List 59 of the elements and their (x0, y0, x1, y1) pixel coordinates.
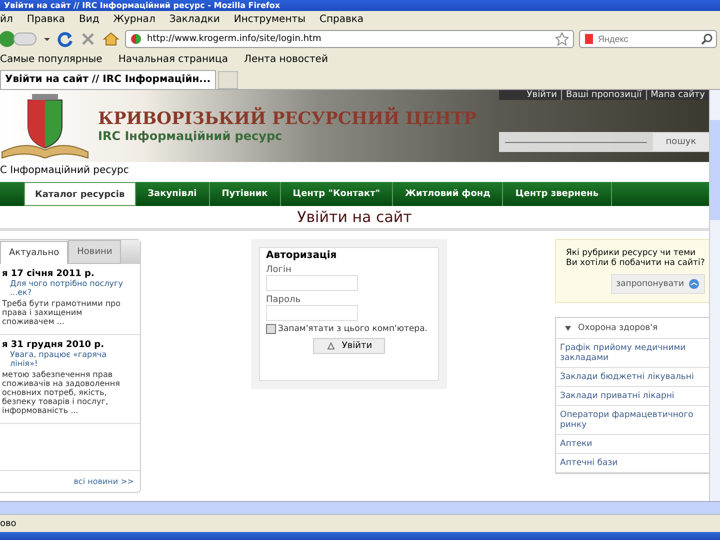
news-date: я 31 грудня 2010 р. (2, 340, 106, 350)
nav-tab[interactable]: Житловий фонд (393, 182, 504, 206)
menu-item[interactable]: Закладки (169, 14, 220, 25)
search-box[interactable]: Яндекс (579, 30, 717, 48)
vertical-scrollbar[interactable] (709, 90, 720, 501)
nav-tab[interactable]: Центр звернень (503, 182, 612, 206)
news-tab[interactable]: Актуально (0, 241, 68, 264)
chevron-circle-icon (688, 278, 700, 290)
breadcrumb: C Інформаційний ресурс (0, 164, 130, 178)
search-engine-icon[interactable] (583, 33, 595, 45)
header-link[interactable]: Увійти (522, 90, 562, 100)
news-link[interactable]: Увага, працює «гаряча лінія»! (2, 350, 136, 368)
suggest-button[interactable]: запропонувати (611, 274, 705, 294)
header-link[interactable]: Ваші пропозиції (561, 90, 646, 100)
password-field[interactable] (266, 305, 358, 321)
news-text: Треба бути грамотними про права і захищеним споживачем ... (2, 299, 122, 326)
menu-item[interactable]: Журнал (113, 14, 156, 25)
bookmark-item[interactable]: Начальная страница (118, 54, 228, 65)
triangle-icon (326, 341, 336, 351)
username-field[interactable] (266, 275, 358, 291)
menu-item[interactable]: йл (0, 14, 13, 25)
remember-checkbox[interactable] (266, 324, 276, 334)
field-label: Пароль (266, 295, 302, 305)
site-subtitle: IRC Інформаційний ресурс (98, 129, 284, 143)
browser-tab[interactable]: Увійти на сайт // IRC Інформаційн... (0, 70, 216, 89)
field-label: Логін (266, 265, 292, 275)
horizontal-scrollbar[interactable] (0, 501, 720, 514)
menu-item[interactable]: Правка (26, 14, 65, 25)
menu-item[interactable]: Инструменты (234, 14, 306, 25)
home-icon[interactable] (102, 30, 120, 48)
star-icon[interactable] (555, 32, 569, 46)
news-link[interactable]: Для чого потрібно послугу ...ек? (2, 279, 136, 297)
suggestion-text: Які рубрики ресурсу чи теми Ви хотіли б побачити на сайті? (566, 248, 705, 268)
search-icon[interactable] (701, 33, 713, 45)
page-heading: Увійти на сайт (0, 206, 709, 231)
menu-item[interactable]: Справка (319, 14, 364, 25)
window-title: Увійти на сайт // IRC Інформаційний ресурс - Mozilla Firefox (3, 0, 280, 10)
news-text: метою забезпечення прав споживачів на задоволення основних потреб, якість, безпеку товарів і послуг, інформованість ... (2, 370, 121, 415)
site-title: КРИВОРІЗЬКИЙ РЕСУРСНИЙ ЦЕНТР (98, 109, 478, 129)
expand-triangle-icon (564, 324, 572, 332)
address-field[interactable]: http://www.krogerm.info/site/login.htm (125, 30, 574, 48)
nav-tab[interactable]: Закупівлі (136, 182, 210, 206)
site-icon (130, 33, 142, 45)
menu-item[interactable]: Вид (78, 14, 100, 25)
checkbox-label: Запам'ятати з цього комп'ютера. (278, 324, 428, 334)
reload-icon[interactable] (56, 30, 74, 48)
nav-tab[interactable]: Путівник (210, 182, 281, 206)
login-button[interactable]: Увійти (312, 338, 386, 354)
all-news-link[interactable]: всі новини >> (74, 477, 134, 486)
nav-tab[interactable]: Центр "Контакт" (280, 182, 394, 206)
bookmark-item[interactable]: Самые популярные (0, 54, 102, 65)
nav-tab[interactable]: Каталог ресурсів (24, 182, 136, 206)
status-text: ово (0, 518, 16, 528)
news-date: я 17 січня 2011 р. (2, 269, 96, 279)
back-forward-icon[interactable] (0, 30, 38, 48)
bookmark-item[interactable]: Лента новостей (244, 54, 328, 65)
login-title: Авторизація (266, 250, 338, 261)
search-button[interactable]: пошук (653, 133, 709, 151)
news-tab[interactable]: Новини (68, 240, 122, 264)
